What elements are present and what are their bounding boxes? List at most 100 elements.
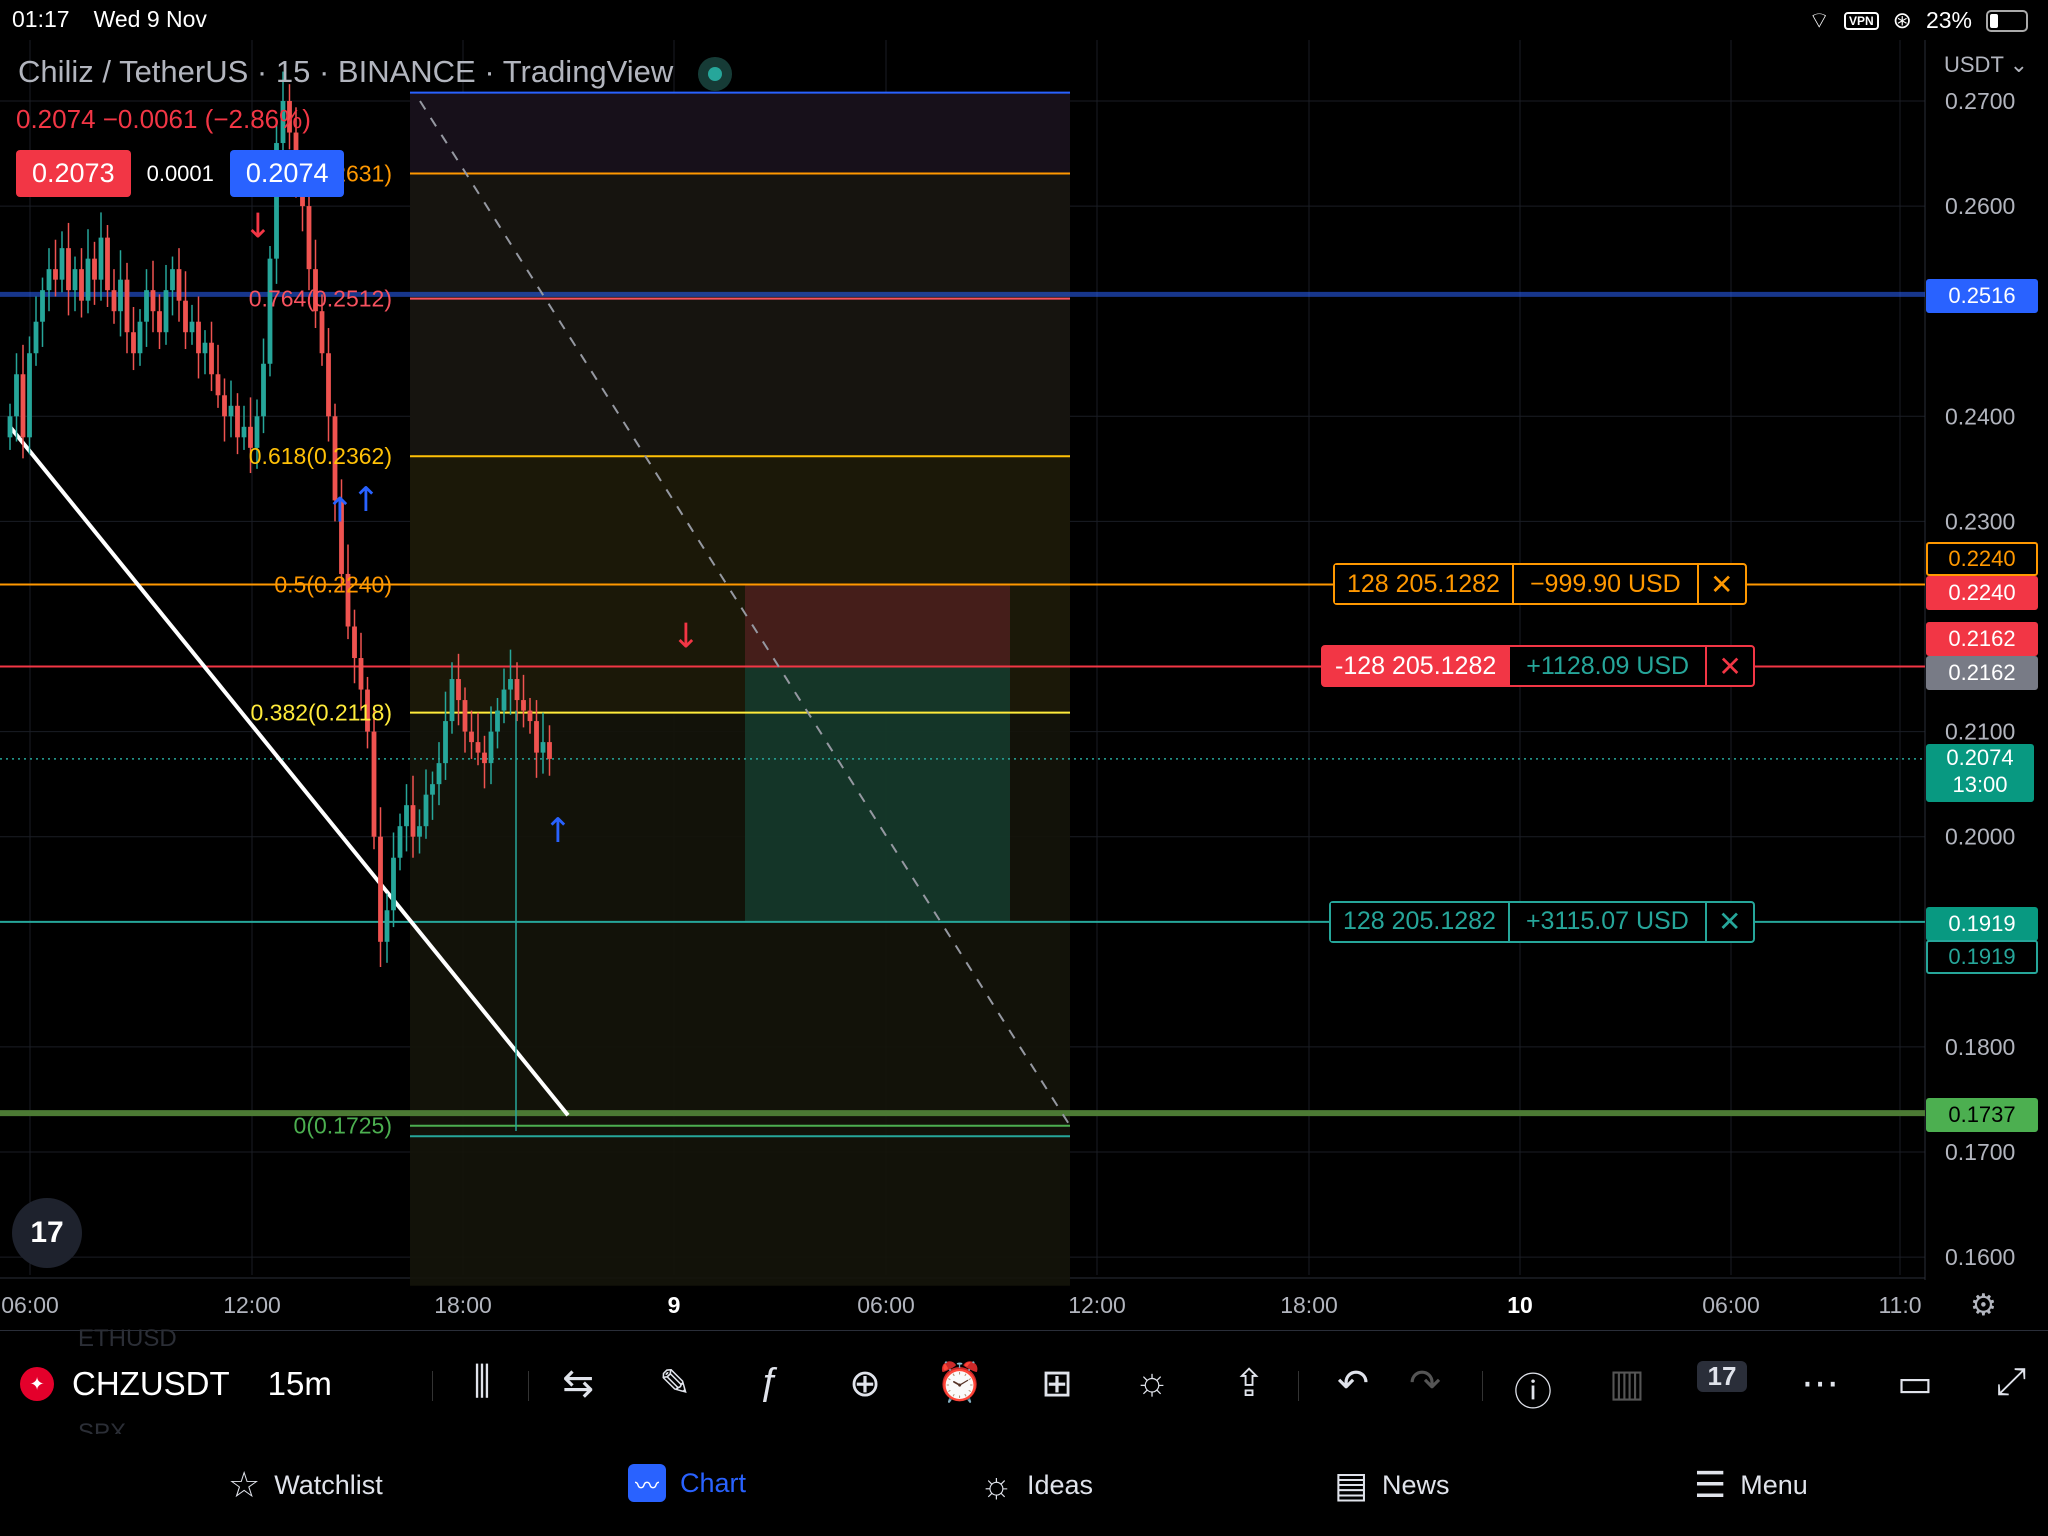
sell-button[interactable]: 0.2073 bbox=[16, 150, 131, 197]
candle-body bbox=[150, 290, 156, 312]
candle-body bbox=[423, 794, 429, 827]
take-profit-zone bbox=[745, 666, 1010, 922]
legend-exchange: BINANCE bbox=[337, 54, 476, 89]
chevron-down-icon: ⌄ bbox=[2009, 52, 2029, 77]
status-bar: 01:17 Wed 9 Nov ⌔ VPN ⊛ 23% bbox=[0, 0, 2048, 40]
menu-icon: ☰ bbox=[1694, 1464, 1727, 1505]
currency-label: USDT bbox=[1944, 52, 2004, 77]
candle-body bbox=[241, 426, 247, 438]
add-plus-icon[interactable]: ⊕ bbox=[840, 1361, 890, 1406]
drawing-pen-icon[interactable]: ✎ bbox=[650, 1361, 700, 1406]
candle-body bbox=[521, 700, 526, 711]
close-position-icon[interactable]: ✕ bbox=[1705, 647, 1753, 686]
candle-body bbox=[488, 731, 494, 764]
indicators-fx-icon[interactable]: ƒ bbox=[745, 1361, 795, 1404]
position-quantity[interactable]: 128 205.1282 bbox=[1335, 565, 1512, 604]
last-price-label: 0.2074 13:00 bbox=[1926, 743, 2034, 802]
stop-loss-zone bbox=[745, 584, 1010, 667]
market-status-icon[interactable] bbox=[707, 66, 722, 81]
candle-body bbox=[527, 710, 533, 722]
price-axis-label: 0.2162 bbox=[1926, 655, 2038, 690]
signal-up-arrow-icon: ↑ bbox=[544, 811, 573, 851]
ohlc-change: 0.2074 −0.0061 (−2.86%) bbox=[16, 104, 311, 134]
candle-body bbox=[371, 731, 377, 837]
rotation-lock-icon: ⊛ bbox=[1892, 7, 1912, 33]
candle-body bbox=[261, 363, 266, 417]
candle-body bbox=[202, 342, 208, 354]
candle-body bbox=[384, 910, 390, 942]
buy-button[interactable]: 0.2074 bbox=[229, 150, 345, 197]
symbol-name: CHZUSDT bbox=[72, 1365, 230, 1402]
nav-ideas[interactable]: ☼ Ideas bbox=[980, 1464, 1093, 1506]
nav-ideas-label: Ideas bbox=[1027, 1469, 1094, 1500]
lightbulb-icon: ☼ bbox=[980, 1464, 1013, 1505]
price-axis-label: 0.1919 bbox=[1926, 906, 2038, 941]
close-position-icon[interactable]: ✕ bbox=[1704, 902, 1753, 941]
candle-body bbox=[7, 416, 13, 438]
candle-body bbox=[131, 332, 136, 354]
nav-chart[interactable]: 〰 Chart bbox=[628, 1464, 746, 1502]
position-quantity[interactable]: -128 205.1282 bbox=[1323, 647, 1509, 686]
price-tick-label: 0.2300 bbox=[1945, 508, 2015, 534]
fib-level-label: 0(0.1725) bbox=[294, 1113, 392, 1139]
candle-body bbox=[176, 269, 182, 301]
price-tick-label: 0.2000 bbox=[1945, 824, 2015, 850]
tradingview-icon[interactable]: 17 bbox=[1697, 1361, 1747, 1392]
candle-body bbox=[378, 836, 383, 942]
candle-body bbox=[196, 321, 201, 354]
window-square-icon[interactable]: ▭ bbox=[1890, 1361, 1940, 1406]
interval-selector[interactable]: 15m bbox=[268, 1365, 332, 1403]
price-tick-label: 0.1800 bbox=[1945, 1034, 2015, 1060]
chart-legend[interactable]: Chiliz / TetherUS · 15 · BINANCE · Tradi… bbox=[18, 54, 722, 90]
financials-bars-icon[interactable]: ▥ bbox=[1602, 1361, 1652, 1406]
layout-grid-icon[interactable]: ⊞ bbox=[1032, 1361, 1082, 1406]
candle-body bbox=[20, 374, 26, 438]
vpn-badge: VPN bbox=[1843, 11, 1879, 30]
info-icon[interactable]: ⓘ bbox=[1508, 1361, 1558, 1416]
candle-body bbox=[358, 658, 364, 690]
ideas-bulb-icon[interactable]: ☼ bbox=[1127, 1361, 1177, 1404]
replay-icon[interactable]: ⇆ bbox=[553, 1361, 603, 1406]
share-icon[interactable]: ⇪ bbox=[1224, 1361, 1274, 1406]
candle-body bbox=[170, 269, 175, 291]
candle-body bbox=[319, 311, 325, 354]
time-tick-label: 12:00 bbox=[1068, 1292, 1126, 1318]
close-position-icon[interactable]: ✕ bbox=[1696, 565, 1745, 604]
signal-down-arrow-icon: ↓ bbox=[244, 207, 273, 247]
undo-icon[interactable]: ↶ bbox=[1328, 1361, 1378, 1406]
candle-body bbox=[144, 290, 149, 322]
candle-body bbox=[105, 237, 110, 291]
candle-body bbox=[157, 311, 162, 333]
spread: 0.0001 bbox=[146, 160, 214, 186]
candle-body bbox=[462, 700, 468, 732]
candle-body bbox=[404, 805, 409, 827]
fib-level-label: 0.382(0.2118) bbox=[250, 700, 392, 726]
position-line-target[interactable]: 128 205.1282 +3115.07 USD ✕ bbox=[1329, 900, 1755, 943]
candle-body bbox=[163, 290, 169, 333]
ghost-symbol-above: ETHUSD bbox=[78, 1325, 177, 1352]
price-axis-label: 0.1919 bbox=[1926, 940, 2038, 975]
legend-source: TradingView bbox=[502, 54, 674, 89]
nav-news[interactable]: ▤ News bbox=[1334, 1464, 1450, 1506]
candle-body bbox=[534, 721, 539, 753]
last-price-value: 0.2074 bbox=[1946, 744, 2014, 770]
candle-body bbox=[352, 626, 357, 659]
tradingview-logo-icon[interactable]: 17 bbox=[12, 1198, 82, 1268]
candle-body bbox=[222, 395, 227, 417]
fullscreen-expand-icon[interactable]: ⤢ bbox=[1986, 1361, 2036, 1404]
redo-icon[interactable]: ↷ bbox=[1400, 1361, 1450, 1406]
nav-menu[interactable]: ☰ Menu bbox=[1694, 1464, 1808, 1506]
nav-watchlist[interactable]: ☆ Watchlist bbox=[228, 1464, 383, 1506]
fib-zone-2 bbox=[410, 173, 1070, 457]
position-line-stop[interactable]: 128 205.1282 −999.90 USD ✕ bbox=[1333, 563, 1747, 606]
alarm-clock-icon[interactable]: ⏰ bbox=[935, 1361, 985, 1405]
position-quantity[interactable]: 128 205.1282 bbox=[1331, 902, 1508, 941]
position-line-entry[interactable]: -128 205.1282 +1128.09 USD ✕ bbox=[1321, 645, 1756, 688]
nav-news-label: News bbox=[1382, 1469, 1450, 1500]
symbol-selector[interactable]: ✦ CHZUSDT 15m bbox=[20, 1365, 332, 1403]
more-dots-icon[interactable]: ⋯ bbox=[1795, 1361, 1845, 1406]
candle-body bbox=[475, 742, 481, 753]
candle-style-icon[interactable]: ⫼ bbox=[457, 1361, 507, 1404]
currency-selector[interactable]: USDT ⌄ bbox=[1944, 52, 2028, 78]
settings-gear-icon[interactable]: ⚙ bbox=[1970, 1288, 1997, 1323]
